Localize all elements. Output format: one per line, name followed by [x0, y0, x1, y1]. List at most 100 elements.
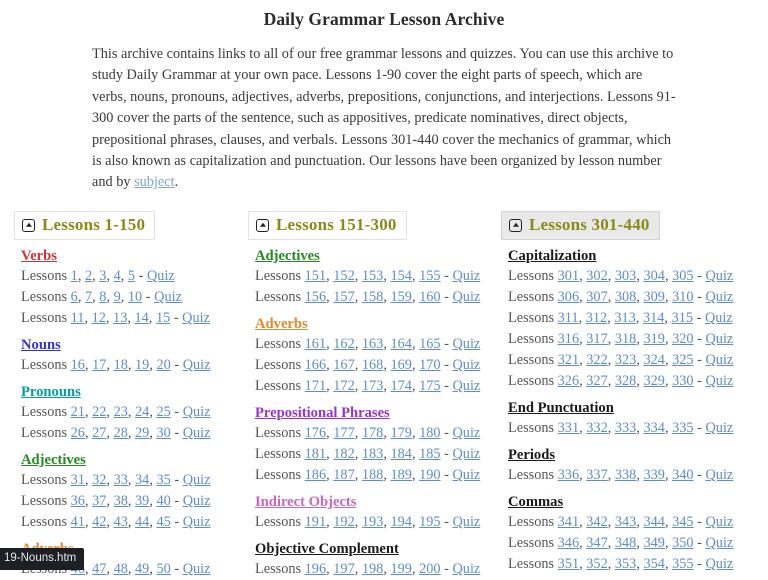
lesson-link-6[interactable]: 6 — [71, 289, 78, 305]
lesson-link-347[interactable]: 347 — [586, 535, 607, 551]
lesson-link-39[interactable]: 39 — [135, 493, 149, 509]
lesson-link-23[interactable]: 23 — [114, 404, 128, 420]
lesson-link-158[interactable]: 158 — [362, 289, 383, 305]
lesson-link-333[interactable]: 333 — [615, 420, 636, 436]
lesson-link-175[interactable]: 175 — [419, 378, 440, 394]
lesson-link-345[interactable]: 345 — [672, 514, 693, 530]
lesson-link-311[interactable]: 311 — [558, 310, 579, 326]
quiz-link[interactable]: Quiz — [705, 352, 733, 368]
lesson-link-4[interactable]: 4 — [114, 268, 121, 284]
lesson-link-308[interactable]: 308 — [615, 289, 636, 305]
lesson-link-167[interactable]: 167 — [333, 357, 354, 373]
lesson-link-303[interactable]: 303 — [615, 268, 636, 284]
lesson-link-334[interactable]: 334 — [643, 420, 664, 436]
quiz-link[interactable]: Quiz — [452, 446, 480, 462]
lesson-link-330[interactable]: 330 — [672, 373, 693, 389]
lesson-link-193[interactable]: 193 — [362, 514, 383, 530]
lesson-link-340[interactable]: 340 — [672, 467, 693, 483]
lesson-link-172[interactable]: 172 — [333, 378, 354, 394]
quiz-link[interactable]: Quiz — [183, 514, 211, 530]
quiz-link[interactable]: Quiz — [183, 561, 211, 577]
lesson-link-174[interactable]: 174 — [390, 378, 411, 394]
lesson-link-304[interactable]: 304 — [643, 268, 664, 284]
lesson-link-350[interactable]: 350 — [672, 535, 693, 551]
quiz-link[interactable]: Quiz — [452, 561, 480, 577]
lesson-link-48[interactable]: 48 — [114, 561, 128, 577]
lesson-link-166[interactable]: 166 — [305, 357, 326, 373]
lesson-link-164[interactable]: 164 — [390, 336, 411, 352]
lesson-link-301[interactable]: 301 — [558, 268, 579, 284]
quiz-link[interactable]: Quiz — [705, 373, 733, 389]
lesson-link-339[interactable]: 339 — [643, 467, 664, 483]
lesson-link-346[interactable]: 346 — [558, 535, 579, 551]
lesson-link-22[interactable]: 22 — [92, 404, 106, 420]
lesson-link-306[interactable]: 306 — [558, 289, 579, 305]
lesson-link-191[interactable]: 191 — [305, 514, 326, 530]
quiz-link[interactable]: Quiz — [183, 472, 211, 488]
lesson-link-30[interactable]: 30 — [156, 425, 170, 441]
lesson-link-316[interactable]: 316 — [558, 331, 579, 347]
lesson-link-184[interactable]: 184 — [390, 446, 411, 462]
group-heading-capitalization[interactable]: Capitalization — [508, 248, 768, 265]
group-heading-adjectives[interactable]: Adjectives — [21, 452, 243, 469]
lesson-link-13[interactable]: 13 — [113, 310, 127, 326]
lesson-link-355[interactable]: 355 — [672, 556, 693, 572]
quiz-link[interactable]: Quiz — [705, 514, 733, 530]
quiz-link[interactable]: Quiz — [705, 420, 733, 436]
lesson-link-327[interactable]: 327 — [586, 373, 607, 389]
lesson-link-323[interactable]: 323 — [615, 352, 636, 368]
lesson-link-328[interactable]: 328 — [615, 373, 636, 389]
lesson-link-307[interactable]: 307 — [586, 289, 607, 305]
lesson-link-163[interactable]: 163 — [362, 336, 383, 352]
lesson-link-31[interactable]: 31 — [71, 472, 85, 488]
lesson-link-197[interactable]: 197 — [333, 561, 354, 577]
lesson-link-331[interactable]: 331 — [558, 420, 579, 436]
lesson-link-349[interactable]: 349 — [643, 535, 664, 551]
group-heading-end-punctuation[interactable]: End Punctuation — [508, 400, 768, 417]
lesson-link-198[interactable]: 198 — [362, 561, 383, 577]
lesson-link-189[interactable]: 189 — [390, 467, 411, 483]
lesson-link-186[interactable]: 186 — [305, 467, 326, 483]
lesson-link-43[interactable]: 43 — [114, 514, 128, 530]
lesson-link-324[interactable]: 324 — [643, 352, 664, 368]
lesson-link-160[interactable]: 160 — [419, 289, 440, 305]
quiz-link[interactable]: Quiz — [452, 425, 480, 441]
group-heading-indirect-objects[interactable]: Indirect Objects — [255, 494, 493, 511]
lesson-link-35[interactable]: 35 — [156, 472, 170, 488]
lesson-link-315[interactable]: 315 — [672, 310, 693, 326]
lesson-link-196[interactable]: 196 — [305, 561, 326, 577]
quiz-link[interactable]: Quiz — [452, 336, 480, 352]
lesson-link-341[interactable]: 341 — [558, 514, 579, 530]
quiz-link[interactable]: Quiz — [705, 310, 733, 326]
group-heading-verbs[interactable]: Verbs — [21, 248, 243, 265]
quiz-link[interactable]: Quiz — [705, 331, 733, 347]
lesson-link-12[interactable]: 12 — [92, 310, 106, 326]
quiz-link[interactable]: Quiz — [705, 467, 733, 483]
lesson-link-49[interactable]: 49 — [135, 561, 149, 577]
lesson-link-165[interactable]: 165 — [419, 336, 440, 352]
quiz-link[interactable]: Quiz — [183, 425, 211, 441]
lesson-link-317[interactable]: 317 — [586, 331, 607, 347]
lesson-link-185[interactable]: 185 — [419, 446, 440, 462]
group-heading-periods[interactable]: Periods — [508, 447, 768, 464]
quiz-link[interactable]: Quiz — [705, 535, 733, 551]
quiz-link[interactable]: Quiz — [705, 289, 733, 305]
lesson-link-178[interactable]: 178 — [362, 425, 383, 441]
lesson-link-29[interactable]: 29 — [135, 425, 149, 441]
lesson-link-26[interactable]: 26 — [71, 425, 85, 441]
lesson-link-25[interactable]: 25 — [156, 404, 170, 420]
lesson-link-171[interactable]: 171 — [305, 378, 326, 394]
lesson-link-188[interactable]: 188 — [362, 467, 383, 483]
lesson-link-187[interactable]: 187 — [333, 467, 354, 483]
lesson-link-20[interactable]: 20 — [156, 357, 170, 373]
lesson-link-200[interactable]: 200 — [419, 561, 440, 577]
lesson-link-42[interactable]: 42 — [92, 514, 106, 530]
lesson-link-9[interactable]: 9 — [114, 289, 121, 305]
lesson-link-353[interactable]: 353 — [615, 556, 636, 572]
subject-link[interactable]: subject — [134, 174, 175, 190]
lesson-link-14[interactable]: 14 — [135, 310, 149, 326]
lesson-link-318[interactable]: 318 — [615, 331, 636, 347]
lesson-link-322[interactable]: 322 — [586, 352, 607, 368]
quiz-link[interactable]: Quiz — [183, 357, 211, 373]
lesson-link-354[interactable]: 354 — [643, 556, 664, 572]
